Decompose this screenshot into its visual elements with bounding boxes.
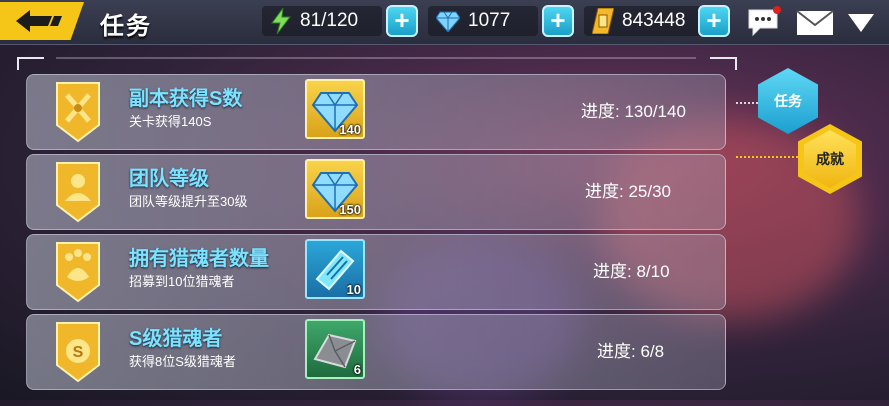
reward-item[interactable]: 150 xyxy=(305,159,365,219)
achievement-title: 团队等级 xyxy=(129,168,209,190)
diamond-counter: 1077 xyxy=(428,6,538,36)
achievement-desc: 招募到10位猎魂者 xyxy=(129,274,235,289)
chat-button[interactable] xyxy=(746,6,782,43)
achievement-progress: 进度: 8/10 xyxy=(593,262,670,281)
top-bar: 任务 81/120 + 1077 + 843448 + xyxy=(0,0,889,45)
expand-menu-button[interactable] xyxy=(846,12,876,39)
coin-value: 843448 xyxy=(622,10,686,31)
coin-counter: 843448 xyxy=(584,6,704,36)
reward-count: 6 xyxy=(353,362,361,377)
diamond-value: 1077 xyxy=(468,10,511,31)
swords-badge-icon xyxy=(56,82,100,143)
add-diamond-button[interactable]: + xyxy=(542,5,574,37)
coin-icon xyxy=(592,8,614,34)
chat-bubble-icon xyxy=(748,6,781,37)
achievement-desc: 关卡获得140S xyxy=(129,114,212,129)
back-button[interactable] xyxy=(0,2,84,40)
achievement-desc: 获得8位S级猎魂者 xyxy=(129,354,236,369)
reward-item[interactable]: 10 xyxy=(305,239,365,299)
back-arrow-icon xyxy=(16,10,62,32)
achievement-desc: 团队等级提升至30级 xyxy=(129,194,248,209)
team-badge-icon xyxy=(56,162,100,223)
mail-icon xyxy=(796,10,834,35)
paw-badge-icon xyxy=(56,242,100,303)
achievement-title: S级猎魂者 xyxy=(129,328,223,350)
achievement-row[interactable]: 团队等级 团队等级提升至30级 150 进度: 25/30 xyxy=(26,154,726,230)
achievement-title: 拥有猎魂者数量 xyxy=(129,248,269,270)
stamina-value: 81/120 xyxy=(300,10,359,31)
reward-item[interactable]: 140 xyxy=(305,79,365,139)
arrow-down-icon xyxy=(848,14,874,32)
reward-count: 10 xyxy=(346,282,361,297)
page-title: 任务 xyxy=(100,13,152,40)
achievement-row[interactable]: 拥有猎魂者数量 招募到10位猎魂者 10 进度: 8/10 xyxy=(26,234,726,310)
achievement-progress: 进度: 6/8 xyxy=(597,342,665,361)
tab-connector xyxy=(736,102,758,104)
achievement-row[interactable]: 副本获得S数 关卡获得140S 140 进度: 130/140 xyxy=(26,74,726,150)
mail-button[interactable] xyxy=(796,10,834,41)
tab-connector xyxy=(736,156,798,158)
achievement-progress: 进度: 25/30 xyxy=(585,182,671,201)
achievement-progress: 进度: 130/140 xyxy=(581,102,686,121)
stamina-counter: 81/120 xyxy=(262,6,382,36)
s-rank-badge-icon: S xyxy=(56,322,100,383)
reward-count: 140 xyxy=(339,122,361,137)
add-coin-button[interactable]: + xyxy=(698,5,730,37)
achievement-title: 副本获得S数 xyxy=(129,88,243,110)
diamond-icon xyxy=(436,11,460,32)
svg-text:S: S xyxy=(73,344,84,361)
reward-count: 150 xyxy=(339,202,361,217)
add-stamina-button[interactable]: + xyxy=(386,5,418,37)
reward-item[interactable]: 6 xyxy=(305,319,365,379)
lightning-icon xyxy=(271,8,292,34)
achievement-row[interactable]: S S级猎魂者 获得8位S级猎魂者 6 进度: 6/8 xyxy=(26,314,726,390)
